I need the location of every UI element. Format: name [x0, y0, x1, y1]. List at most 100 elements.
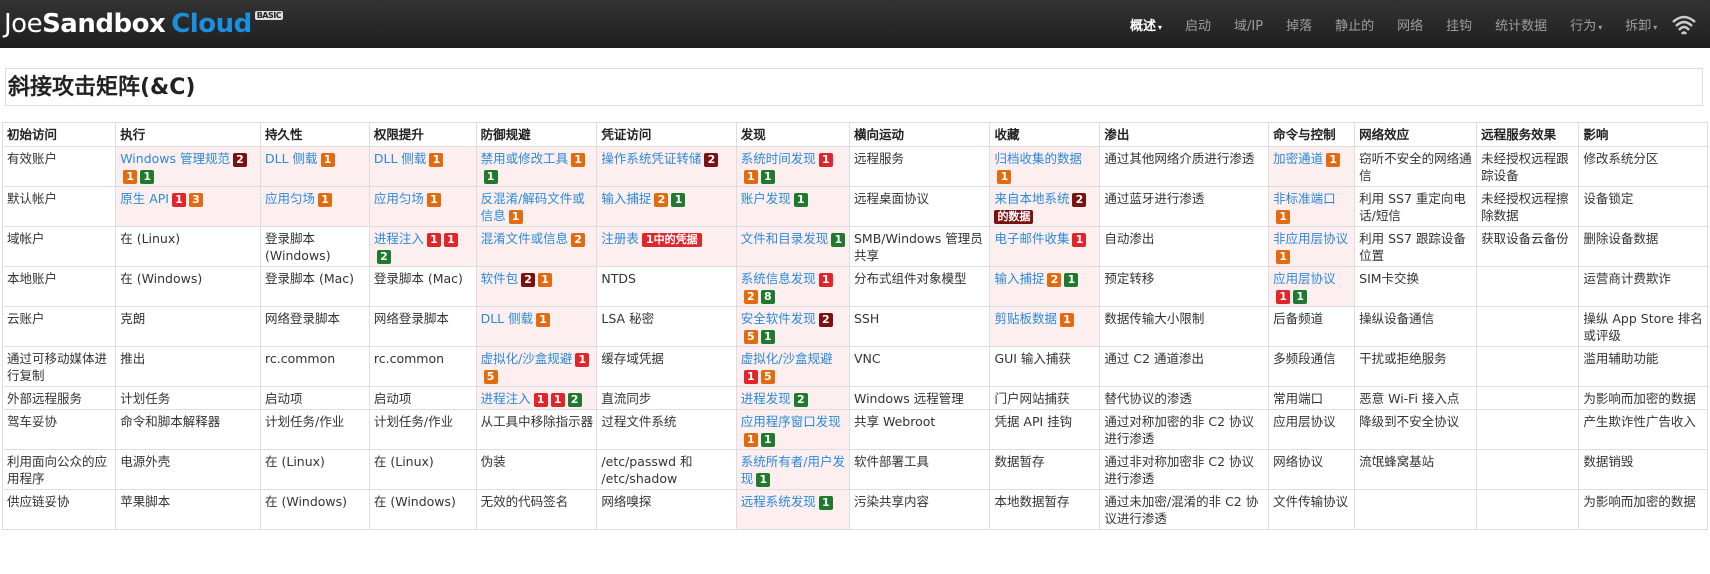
signature-count-badge[interactable]: 1 — [538, 273, 553, 287]
signature-count-badge[interactable]: 3 — [188, 193, 203, 207]
signature-count-badge[interactable]: 1 — [1276, 290, 1291, 304]
signature-count-badge[interactable]: 1 — [123, 170, 138, 184]
signature-count-badge[interactable]: 1 — [550, 393, 565, 407]
signature-count-badge[interactable]: 1 — [671, 193, 686, 207]
nav-item-3[interactable]: 掉落 — [1286, 15, 1312, 34]
technique-link[interactable]: 输入捕捉 — [601, 191, 651, 206]
technique-link[interactable]: 虚拟化/沙盒规避 — [741, 351, 833, 366]
technique-link[interactable]: 软件包 — [481, 271, 519, 286]
technique-link[interactable]: 应用层协议 — [1273, 271, 1336, 286]
technique-link[interactable]: 应用匀场 — [374, 191, 424, 206]
signature-count-badge[interactable]: 1 — [1059, 313, 1074, 327]
signature-count-badge[interactable]: 1 — [743, 170, 758, 184]
signature-count-badge[interactable]: 1 — [575, 353, 590, 367]
signature-count-badge[interactable]: 5 — [743, 330, 758, 344]
signature-count-badge[interactable]: 1 — [818, 153, 833, 167]
technique-link[interactable]: DLL 侧载 — [374, 151, 427, 166]
signature-count-badge[interactable]: 1 — [426, 193, 441, 207]
signature-count-badge[interactable]: 1 — [171, 193, 186, 207]
nav-item-8[interactable]: 行为 ▾ — [1570, 15, 1602, 34]
technique-link[interactable]: 应用匀场 — [265, 191, 315, 206]
technique-link[interactable]: 远程系统发现 — [741, 494, 816, 509]
signature-count-badge[interactable]: 1 — [1072, 233, 1087, 247]
signature-count-badge[interactable]: 2 — [818, 313, 833, 327]
signature-count-badge[interactable]: 1 — [508, 210, 523, 224]
technique-link[interactable]: 应用程序窗口发现 — [741, 414, 841, 429]
nav-item-5[interactable]: 网络 — [1397, 15, 1423, 34]
signature-count-badge[interactable]: 5 — [483, 370, 498, 384]
signature-count-badge[interactable]: 1 — [533, 393, 548, 407]
signature-count-badge[interactable]: 1 — [536, 313, 551, 327]
technique-link[interactable]: 输入捕捉 — [994, 271, 1044, 286]
technique-link[interactable]: 反混淆/解码文件或信息 — [481, 191, 585, 223]
technique-link[interactable]: 非标准端口 — [1273, 191, 1336, 206]
signature-count-badge[interactable]: 1 — [426, 233, 441, 247]
nav-item-7[interactable]: 统计数据 — [1495, 15, 1547, 34]
technique-link[interactable]: Windows 管理规范 — [120, 151, 230, 166]
technique-link[interactable]: 非应用层协议 — [1273, 231, 1348, 246]
technique-link[interactable]: 禁用或修改工具 — [481, 151, 569, 166]
technique-link[interactable]: 账户发现 — [741, 191, 791, 206]
technique-link[interactable]: 虚拟化/沙盒规避 — [481, 351, 573, 366]
nav-item-1[interactable]: 启动 — [1185, 15, 1211, 34]
signature-count-badge[interactable]: 2 — [521, 273, 536, 287]
signature-count-badge[interactable]: 1 — [1276, 210, 1291, 224]
nav-item-4[interactable]: 静止的 — [1335, 15, 1374, 34]
signature-count-badge[interactable]: 2 — [1072, 193, 1087, 207]
technique-link[interactable]: 进程注入 — [481, 391, 531, 406]
signature-count-badge[interactable]: 1 — [483, 170, 498, 184]
signature-count-badge[interactable]: 1 — [818, 273, 833, 287]
technique-link[interactable]: 混淆文件或信息 — [481, 231, 569, 246]
technique-link[interactable]: DLL 侧载 — [265, 151, 318, 166]
technique-link[interactable]: DLL 侧载 — [481, 311, 534, 326]
signature-count-badge[interactable]: 1 — [743, 433, 758, 447]
signature-count-badge[interactable]: 1 — [429, 153, 444, 167]
technique-link[interactable]: 原生 API — [120, 191, 169, 206]
signature-count-badge[interactable]: 1 — [743, 370, 758, 384]
signature-count-badge[interactable]: 1中的凭据 — [641, 233, 702, 247]
signature-count-badge[interactable]: 2 — [233, 153, 247, 167]
nav-item-6[interactable]: 挂钩 — [1446, 15, 1472, 34]
joe-sandbox-logo[interactable]: Joe Sandbox Cloud BASIC — [4, 9, 284, 39]
technique-link[interactable]: 电子邮件收集 — [994, 231, 1069, 246]
signature-count-badge[interactable]: 1 — [760, 170, 775, 184]
signature-count-badge[interactable]: 1 — [831, 233, 846, 247]
wifi-signal-icon[interactable] — [1670, 10, 1698, 38]
technique-link[interactable]: 安全软件发现 — [741, 311, 816, 326]
nav-item-2[interactable]: 域/IP — [1234, 15, 1263, 34]
nav-item-0[interactable]: 概述 ▾ — [1130, 15, 1162, 34]
technique-link[interactable]: 进程发现 — [741, 391, 791, 406]
technique-link[interactable]: 系统信息发现 — [741, 271, 816, 286]
signature-count-badge[interactable]: 1 — [443, 233, 458, 247]
signature-count-badge[interactable]: 1 — [1064, 273, 1079, 287]
signature-count-badge[interactable]: 1 — [1276, 250, 1291, 264]
signature-count-badge[interactable]: 8 — [760, 290, 775, 304]
signature-count-badge[interactable]: 1 — [760, 330, 775, 344]
nav-item-9[interactable]: 拆卸 ▾ — [1625, 15, 1657, 34]
signature-count-badge[interactable]: 2 — [571, 233, 586, 247]
technique-link[interactable]: 文件和目录发现 — [741, 231, 829, 246]
signature-count-badge[interactable]: 2 — [793, 393, 808, 407]
signature-count-badge[interactable]: 2 — [654, 193, 669, 207]
technique-link[interactable]: 操作系统凭证转储 — [601, 151, 701, 166]
signature-count-badge[interactable]: 2 — [704, 153, 719, 167]
signature-count-badge[interactable]: 1 — [997, 170, 1012, 184]
signature-count-badge[interactable]: 2 — [1047, 273, 1062, 287]
signature-count-badge[interactable]: 1 — [140, 170, 155, 184]
signature-count-badge[interactable]: 1 — [320, 153, 335, 167]
signature-count-badge[interactable]: 2 — [567, 393, 582, 407]
signature-count-badge[interactable]: 2 — [376, 250, 391, 264]
signature-count-badge[interactable]: 1 — [756, 473, 771, 487]
signature-count-badge[interactable]: 1 — [793, 193, 808, 207]
technique-link[interactable]: 加密通道 — [1273, 151, 1323, 166]
technique-link[interactable]: 来自本地系统 — [994, 191, 1069, 206]
signature-count-badge[interactable]: 1 — [1293, 290, 1308, 304]
technique-link[interactable]: 剪贴板数据 — [994, 311, 1057, 326]
signature-count-badge[interactable]: 1 — [318, 193, 333, 207]
technique-link[interactable]: 归档收集的数据 — [994, 151, 1082, 166]
technique-link[interactable]: 注册表 — [601, 231, 639, 246]
signature-count-badge[interactable]: 2 — [743, 290, 758, 304]
technique-link[interactable]: 进程注入 — [374, 231, 424, 246]
signature-count-badge[interactable]: 1 — [1326, 153, 1341, 167]
signature-count-badge[interactable]: 5 — [760, 370, 775, 384]
